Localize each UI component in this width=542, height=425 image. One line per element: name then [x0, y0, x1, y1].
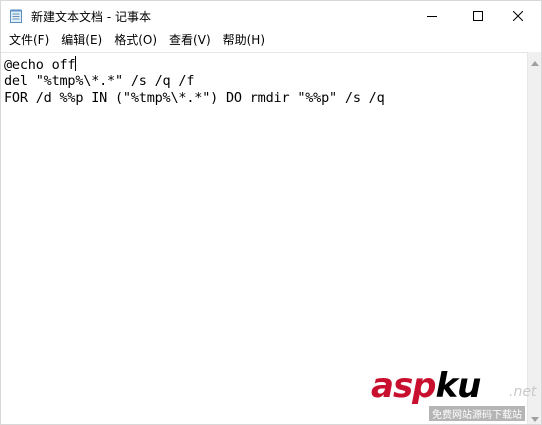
watermark-subtitle: 免费网站源码下载站 [429, 406, 525, 421]
title-bar[interactable]: 新建文本文档 - 记事本 [1, 1, 541, 30]
editor-line: @echo off [4, 56, 77, 73]
menu-edit[interactable]: 编辑(E) [55, 30, 108, 51]
menu-bar: 文件(F) 编辑(E) 格式(O) 查看(V) 帮助(H) [1, 30, 541, 51]
menu-format[interactable]: 格式(O) [108, 30, 163, 51]
close-button[interactable] [495, 1, 541, 30]
window-title: 新建文本文档 - 记事本 [31, 10, 151, 24]
minimize-icon [427, 6, 437, 25]
notepad-icon [10, 8, 22, 23]
watermark-logo: aspku .net 免费网站源码下载站 [371, 366, 541, 424]
notepad-window: 新建文本文档 - 记事本 文件(F) 编辑(E) 格式(O) 查看(V) 帮助(… [0, 0, 542, 425]
menu-view[interactable]: 查看(V) [163, 30, 217, 51]
close-icon [512, 6, 524, 25]
scroll-up-button[interactable] [528, 51, 541, 70]
chevron-up-icon [531, 51, 539, 70]
maximize-icon [473, 6, 483, 25]
editor-line: del "%tmp%\*.*" /s /q /f [4, 73, 195, 89]
editor-line: FOR /d %%p IN ("%tmp%\*.*") DO rmdir "%%… [4, 90, 385, 106]
menu-help[interactable]: 帮助(H) [217, 30, 271, 51]
menu-file[interactable]: 文件(F) [1, 30, 55, 51]
text-caret [75, 56, 77, 71]
watermark-brand: aspku [371, 366, 481, 406]
minimize-button[interactable] [409, 1, 455, 30]
watermark-domain: .net [509, 384, 537, 400]
